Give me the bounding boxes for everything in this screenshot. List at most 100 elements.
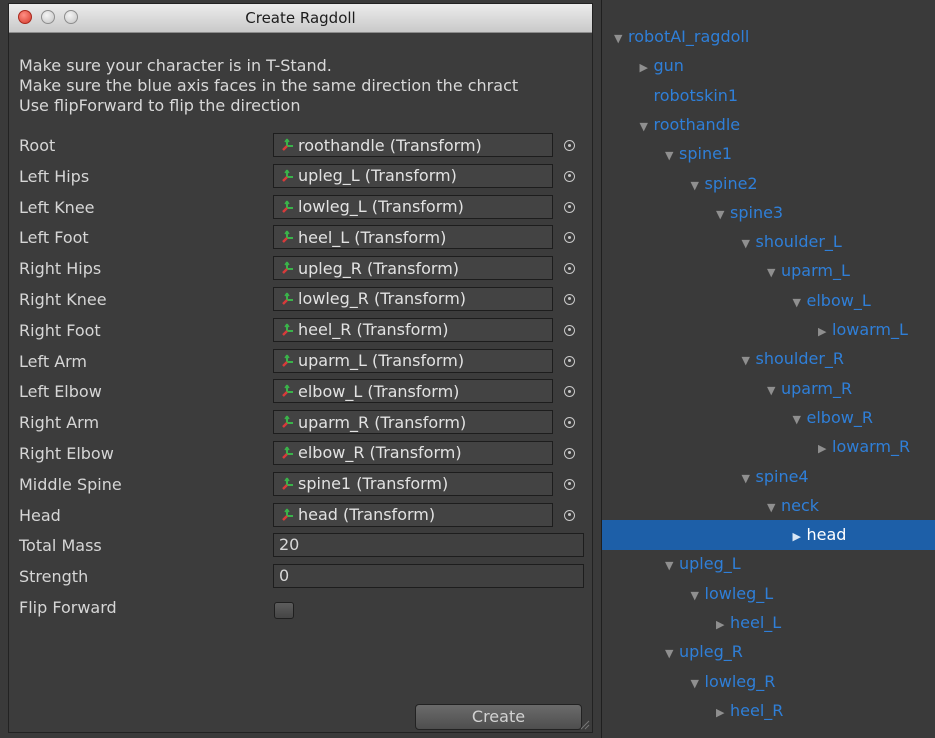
object-picker-icon[interactable] bbox=[564, 140, 575, 151]
field-row-right-arm: Right Arm uparm_R (Transform) bbox=[9, 408, 592, 439]
hierarchy-item[interactable]: ▼ neck bbox=[602, 491, 935, 521]
object-field[interactable]: uparm_R (Transform) bbox=[273, 410, 553, 435]
object-picker-icon[interactable] bbox=[564, 170, 575, 182]
field-label: Strength bbox=[19, 567, 89, 587]
object-picker-icon[interactable] bbox=[564, 232, 575, 244]
expanded-arrow-icon[interactable]: ▼ bbox=[767, 258, 781, 288]
object-picker-icon[interactable] bbox=[564, 263, 575, 275]
expanded-arrow-icon[interactable]: ▼ bbox=[793, 405, 807, 435]
create-button[interactable]: Create bbox=[415, 704, 582, 730]
expanded-arrow-icon[interactable]: ▼ bbox=[716, 200, 730, 230]
strength-input[interactable]: 0 bbox=[273, 564, 584, 589]
hierarchy-item[interactable]: ▼ elbow_R bbox=[602, 403, 935, 433]
field-label: Left Arm bbox=[19, 351, 88, 371]
object-field[interactable]: lowleg_L (Transform) bbox=[273, 194, 553, 219]
object-field[interactable]: elbow_L (Transform) bbox=[273, 379, 553, 404]
hierarchy-item-label: uparm_L bbox=[781, 261, 850, 281]
object-field[interactable]: heel_L (Transform) bbox=[273, 225, 553, 250]
expanded-arrow-icon[interactable]: ▼ bbox=[614, 24, 628, 54]
total-mass-input[interactable]: 20 bbox=[273, 533, 584, 558]
expanded-arrow-icon[interactable]: ▼ bbox=[665, 141, 679, 171]
object-picker-icon[interactable] bbox=[564, 386, 575, 398]
hierarchy-item[interactable]: ▶ lowarm_L bbox=[602, 315, 935, 345]
hierarchy-item-label: upleg_L bbox=[679, 554, 741, 574]
object-field[interactable]: uparm_L (Transform) bbox=[273, 348, 553, 373]
object-picker-icon[interactable] bbox=[564, 509, 575, 521]
field-row-head: Head head (Transform) bbox=[9, 501, 592, 532]
expanded-arrow-icon[interactable]: ▼ bbox=[793, 288, 807, 318]
object-field[interactable]: upleg_L (Transform) bbox=[273, 163, 553, 188]
hierarchy-item[interactable]: ▶ head bbox=[602, 520, 935, 552]
hierarchy-item[interactable]: robotskin1 bbox=[602, 81, 935, 111]
object-field[interactable]: spine1 (Transform) bbox=[273, 471, 553, 496]
expanded-arrow-icon[interactable]: ▼ bbox=[742, 229, 756, 259]
object-picker-icon[interactable] bbox=[564, 417, 575, 429]
field-row-total-mass: Total Mass 20 bbox=[9, 531, 592, 562]
hierarchy-item[interactable]: ▼ elbow_L bbox=[602, 286, 935, 316]
hierarchy-item-label: head bbox=[806, 525, 847, 545]
expanded-arrow-icon[interactable]: ▼ bbox=[691, 581, 705, 611]
flip-forward-checkbox[interactable] bbox=[274, 601, 294, 619]
expanded-arrow-icon[interactable]: ▼ bbox=[742, 464, 756, 494]
title-bar[interactable]: Create Ragdoll bbox=[9, 4, 592, 33]
hierarchy-item[interactable]: ▼ uparm_L bbox=[602, 256, 935, 286]
hierarchy-item-label: robotskin1 bbox=[653, 85, 739, 105]
hierarchy-item[interactable]: ▼ upleg_R bbox=[602, 637, 935, 667]
hierarchy-item[interactable]: ▼ uparm_R bbox=[602, 374, 935, 404]
hierarchy-item[interactable]: ▼ spine1 bbox=[602, 139, 935, 169]
object-picker-icon[interactable] bbox=[564, 478, 575, 490]
object-field-value: spine1 (Transform) bbox=[298, 474, 449, 494]
object-field[interactable]: upleg_R (Transform) bbox=[273, 256, 553, 281]
expanded-arrow-icon[interactable]: ▼ bbox=[665, 551, 679, 581]
field-label: Total Mass bbox=[19, 536, 102, 556]
hierarchy-item-label: spine3 bbox=[730, 202, 784, 222]
field-row-right-foot: Right Foot heel_R (Transform) bbox=[9, 316, 592, 347]
field-label: Left Elbow bbox=[19, 382, 102, 402]
hierarchy-item[interactable]: ▶ heel_R bbox=[602, 696, 935, 726]
expanded-arrow-icon[interactable]: ▼ bbox=[640, 112, 654, 142]
hierarchy-item[interactable]: ▼ shoulder_L bbox=[602, 227, 935, 257]
hierarchy-item[interactable]: ▼ upleg_L bbox=[602, 549, 935, 579]
object-field[interactable]: elbow_R (Transform) bbox=[273, 440, 553, 465]
object-picker-icon[interactable] bbox=[564, 355, 575, 367]
object-picker-icon[interactable] bbox=[564, 293, 575, 305]
hierarchy-item-label: roothandle bbox=[653, 114, 741, 134]
field-label: Right Foot bbox=[19, 320, 101, 340]
hierarchy-item[interactable]: ▼ spine3 bbox=[602, 198, 935, 228]
object-field[interactable]: roothandle (Transform) bbox=[273, 133, 553, 157]
object-field[interactable]: lowleg_R (Transform) bbox=[273, 286, 553, 311]
object-picker-icon[interactable] bbox=[564, 447, 575, 459]
object-field[interactable]: heel_R (Transform) bbox=[273, 317, 553, 342]
collapsed-arrow-icon[interactable]: ▶ bbox=[818, 434, 832, 464]
collapsed-arrow-icon[interactable]: ▶ bbox=[640, 53, 654, 83]
expanded-arrow-icon[interactable]: ▼ bbox=[691, 669, 705, 699]
hierarchy-item[interactable]: ▼ spine2 bbox=[602, 169, 935, 199]
collapsed-arrow-icon[interactable]: ▶ bbox=[818, 317, 832, 347]
expanded-arrow-icon[interactable]: ▼ bbox=[767, 493, 781, 523]
field-row-left-knee: Left Knee lowleg_L (Transform) bbox=[9, 193, 592, 224]
resize-grip-icon[interactable] bbox=[578, 718, 590, 730]
object-picker-icon[interactable] bbox=[564, 324, 575, 336]
expanded-arrow-icon[interactable]: ▼ bbox=[665, 639, 679, 669]
field-label: Right Elbow bbox=[19, 443, 114, 463]
collapsed-arrow-icon[interactable]: ▶ bbox=[793, 522, 807, 552]
collapsed-arrow-icon[interactable]: ▶ bbox=[716, 610, 730, 640]
hierarchy-item-label: neck bbox=[781, 495, 820, 515]
hierarchy-item[interactable]: ▶ heel_L bbox=[602, 608, 935, 638]
collapsed-arrow-icon[interactable]: ▶ bbox=[716, 698, 730, 728]
hierarchy-item[interactable]: ▼ lowleg_R bbox=[602, 667, 935, 697]
expanded-arrow-icon[interactable]: ▼ bbox=[691, 171, 705, 201]
expanded-arrow-icon[interactable]: ▼ bbox=[767, 376, 781, 406]
hierarchy-item[interactable]: ▼ robotAI_ragdoll bbox=[602, 22, 935, 52]
object-field-value: roothandle (Transform) bbox=[298, 135, 482, 155]
expanded-arrow-icon[interactable]: ▼ bbox=[742, 346, 756, 376]
hierarchy-item[interactable]: ▶ gun bbox=[602, 51, 935, 81]
object-field-value: heel_L (Transform) bbox=[298, 227, 447, 247]
hierarchy-item[interactable]: ▼ roothandle bbox=[602, 110, 935, 140]
hierarchy-item[interactable]: ▼ lowleg_L bbox=[602, 579, 935, 609]
hierarchy-item[interactable]: ▼ shoulder_R bbox=[602, 344, 935, 374]
hierarchy-item[interactable]: ▶ lowarm_R bbox=[602, 432, 935, 462]
object-field[interactable]: head (Transform) bbox=[273, 502, 553, 527]
hierarchy-item[interactable]: ▼ spine4 bbox=[602, 462, 935, 492]
object-picker-icon[interactable] bbox=[564, 201, 575, 213]
